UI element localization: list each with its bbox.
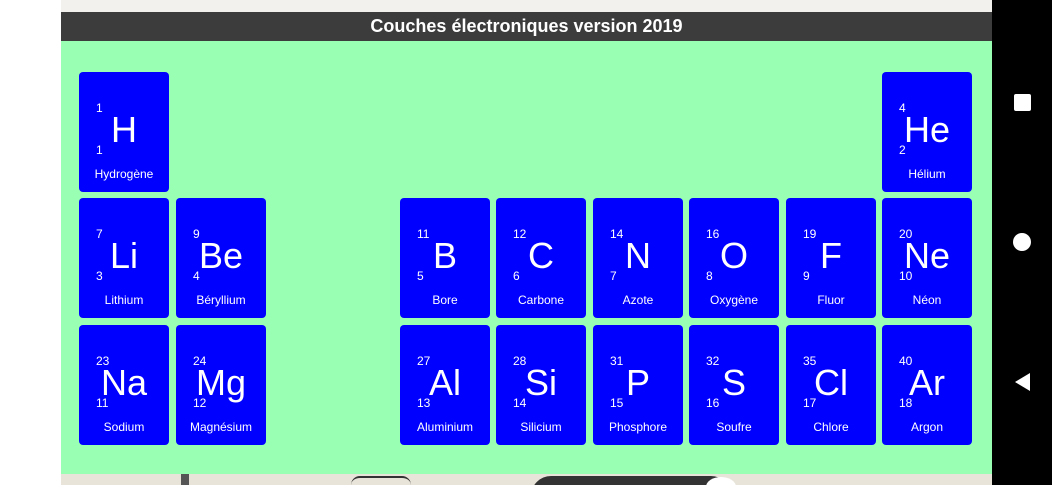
- app-title: Couches électroniques version 2019: [61, 12, 992, 41]
- element-tile-al[interactable]: 27 Al 13 Aluminium: [400, 325, 490, 445]
- element-name: Néon: [912, 293, 942, 307]
- back-button[interactable]: [992, 352, 1052, 412]
- element-symbol: S: [721, 362, 746, 403]
- element-tile-si[interactable]: 28 Si 14 Silicium: [496, 325, 586, 445]
- element-symbol: He: [903, 109, 951, 150]
- element-tile-he[interactable]: 4 He 2 Hélium: [882, 72, 972, 192]
- element-tile-n[interactable]: 14 N 7 Azote: [593, 198, 683, 318]
- element-tile-p[interactable]: 31 P 15 Phosphore: [593, 325, 683, 445]
- element-symbol: F: [820, 235, 842, 276]
- element-symbol: Al: [428, 362, 461, 403]
- atomic-number: 13: [417, 396, 431, 410]
- atomic-number: 5: [417, 269, 424, 283]
- atomic-number: 10: [899, 269, 913, 283]
- element-name: Bore: [432, 293, 458, 307]
- element-symbol: N: [625, 235, 651, 276]
- element-tile-s[interactable]: 32 S 16 Soufre: [689, 325, 779, 445]
- element-name: Béryllium: [196, 293, 246, 307]
- atomic-number: 15: [610, 396, 624, 410]
- element-symbol: Cl: [814, 362, 848, 403]
- element-name: Fluor: [817, 293, 845, 307]
- element-name: Chlore: [813, 420, 849, 434]
- atomic-number: 6: [513, 269, 520, 283]
- element-tile-li[interactable]: 7 Li 3 Lithium: [79, 198, 169, 318]
- periodic-table-board: 1 H 1 Hydrogène 4 He 2 Hélium 7 Li 3 Lit…: [61, 41, 992, 474]
- element-symbol: Be: [198, 235, 244, 276]
- element-name: Lithium: [104, 293, 144, 307]
- recents-button[interactable]: [992, 72, 1052, 132]
- element-tile-b[interactable]: 11 B 5 Bore: [400, 198, 490, 318]
- atomic-number: 9: [803, 269, 810, 283]
- atomic-number: 12: [193, 396, 207, 410]
- atomic-number: 1: [96, 143, 103, 157]
- atomic-number: 3: [96, 269, 103, 283]
- element-name: Magnésium: [189, 420, 253, 434]
- element-name: Phosphore: [608, 420, 668, 434]
- atomic-number: 14: [513, 396, 527, 410]
- element-symbol: Ar: [909, 362, 945, 403]
- element-symbol: Si: [524, 362, 557, 403]
- circle-icon: [1013, 233, 1031, 251]
- element-name: Aluminium: [416, 420, 473, 434]
- element-symbol: Mg: [195, 362, 246, 403]
- element-symbol: Na: [100, 362, 148, 403]
- element-tile-ar[interactable]: 40 Ar 18 Argon: [882, 325, 972, 445]
- element-tile-h[interactable]: 1 H 1 Hydrogène: [79, 72, 169, 192]
- square-icon: [1013, 93, 1031, 111]
- element-name: Argon: [910, 420, 944, 434]
- atomic-number: 4: [193, 269, 200, 283]
- triangle-back-icon: [1014, 373, 1030, 391]
- element-name: Soufre: [716, 420, 752, 434]
- element-name: Sodium: [103, 420, 145, 434]
- home-button[interactable]: [992, 212, 1052, 272]
- element-tile-na[interactable]: 23 Na 11 Sodium: [79, 325, 169, 445]
- element-symbol: B: [432, 235, 457, 276]
- element-symbol: Ne: [903, 235, 951, 276]
- element-tile-f[interactable]: 19 F 9 Fluor: [786, 198, 876, 318]
- atomic-number: 16: [706, 396, 720, 410]
- element-symbol: C: [528, 235, 554, 276]
- atomic-number: 18: [899, 396, 913, 410]
- atomic-number: 8: [706, 269, 713, 283]
- element-symbol: P: [625, 362, 650, 403]
- element-symbol: H: [111, 109, 137, 150]
- background-image-strip: [61, 474, 992, 485]
- left-gutter: [0, 0, 61, 485]
- element-tile-be[interactable]: 9 Be 4 Béryllium: [176, 198, 266, 318]
- top-strip: [61, 0, 992, 12]
- element-symbol: Li: [109, 235, 139, 276]
- element-symbol: O: [719, 235, 748, 276]
- system-navigation-bar: [992, 0, 1052, 485]
- element-tile-c[interactable]: 12 C 6 Carbone: [496, 198, 586, 318]
- element-name: Carbone: [517, 293, 565, 307]
- element-name: Azote: [622, 293, 654, 307]
- element-name: Oxygène: [709, 293, 759, 307]
- atomic-number: 11: [96, 396, 109, 410]
- element-tile-cl[interactable]: 35 Cl 17 Chlore: [786, 325, 876, 445]
- element-tile-ne[interactable]: 20 Ne 10 Néon: [882, 198, 972, 318]
- element-name: Hydrogène: [94, 167, 154, 181]
- element-tile-o[interactable]: 16 O 8 Oxygène: [689, 198, 779, 318]
- element-name: Hélium: [908, 167, 946, 181]
- element-tile-mg[interactable]: 24 Mg 12 Magnésium: [176, 325, 266, 445]
- atomic-number: 2: [899, 143, 906, 157]
- atomic-number: 17: [803, 396, 817, 410]
- atomic-number: 7: [610, 269, 617, 283]
- element-name: Silicium: [520, 420, 562, 434]
